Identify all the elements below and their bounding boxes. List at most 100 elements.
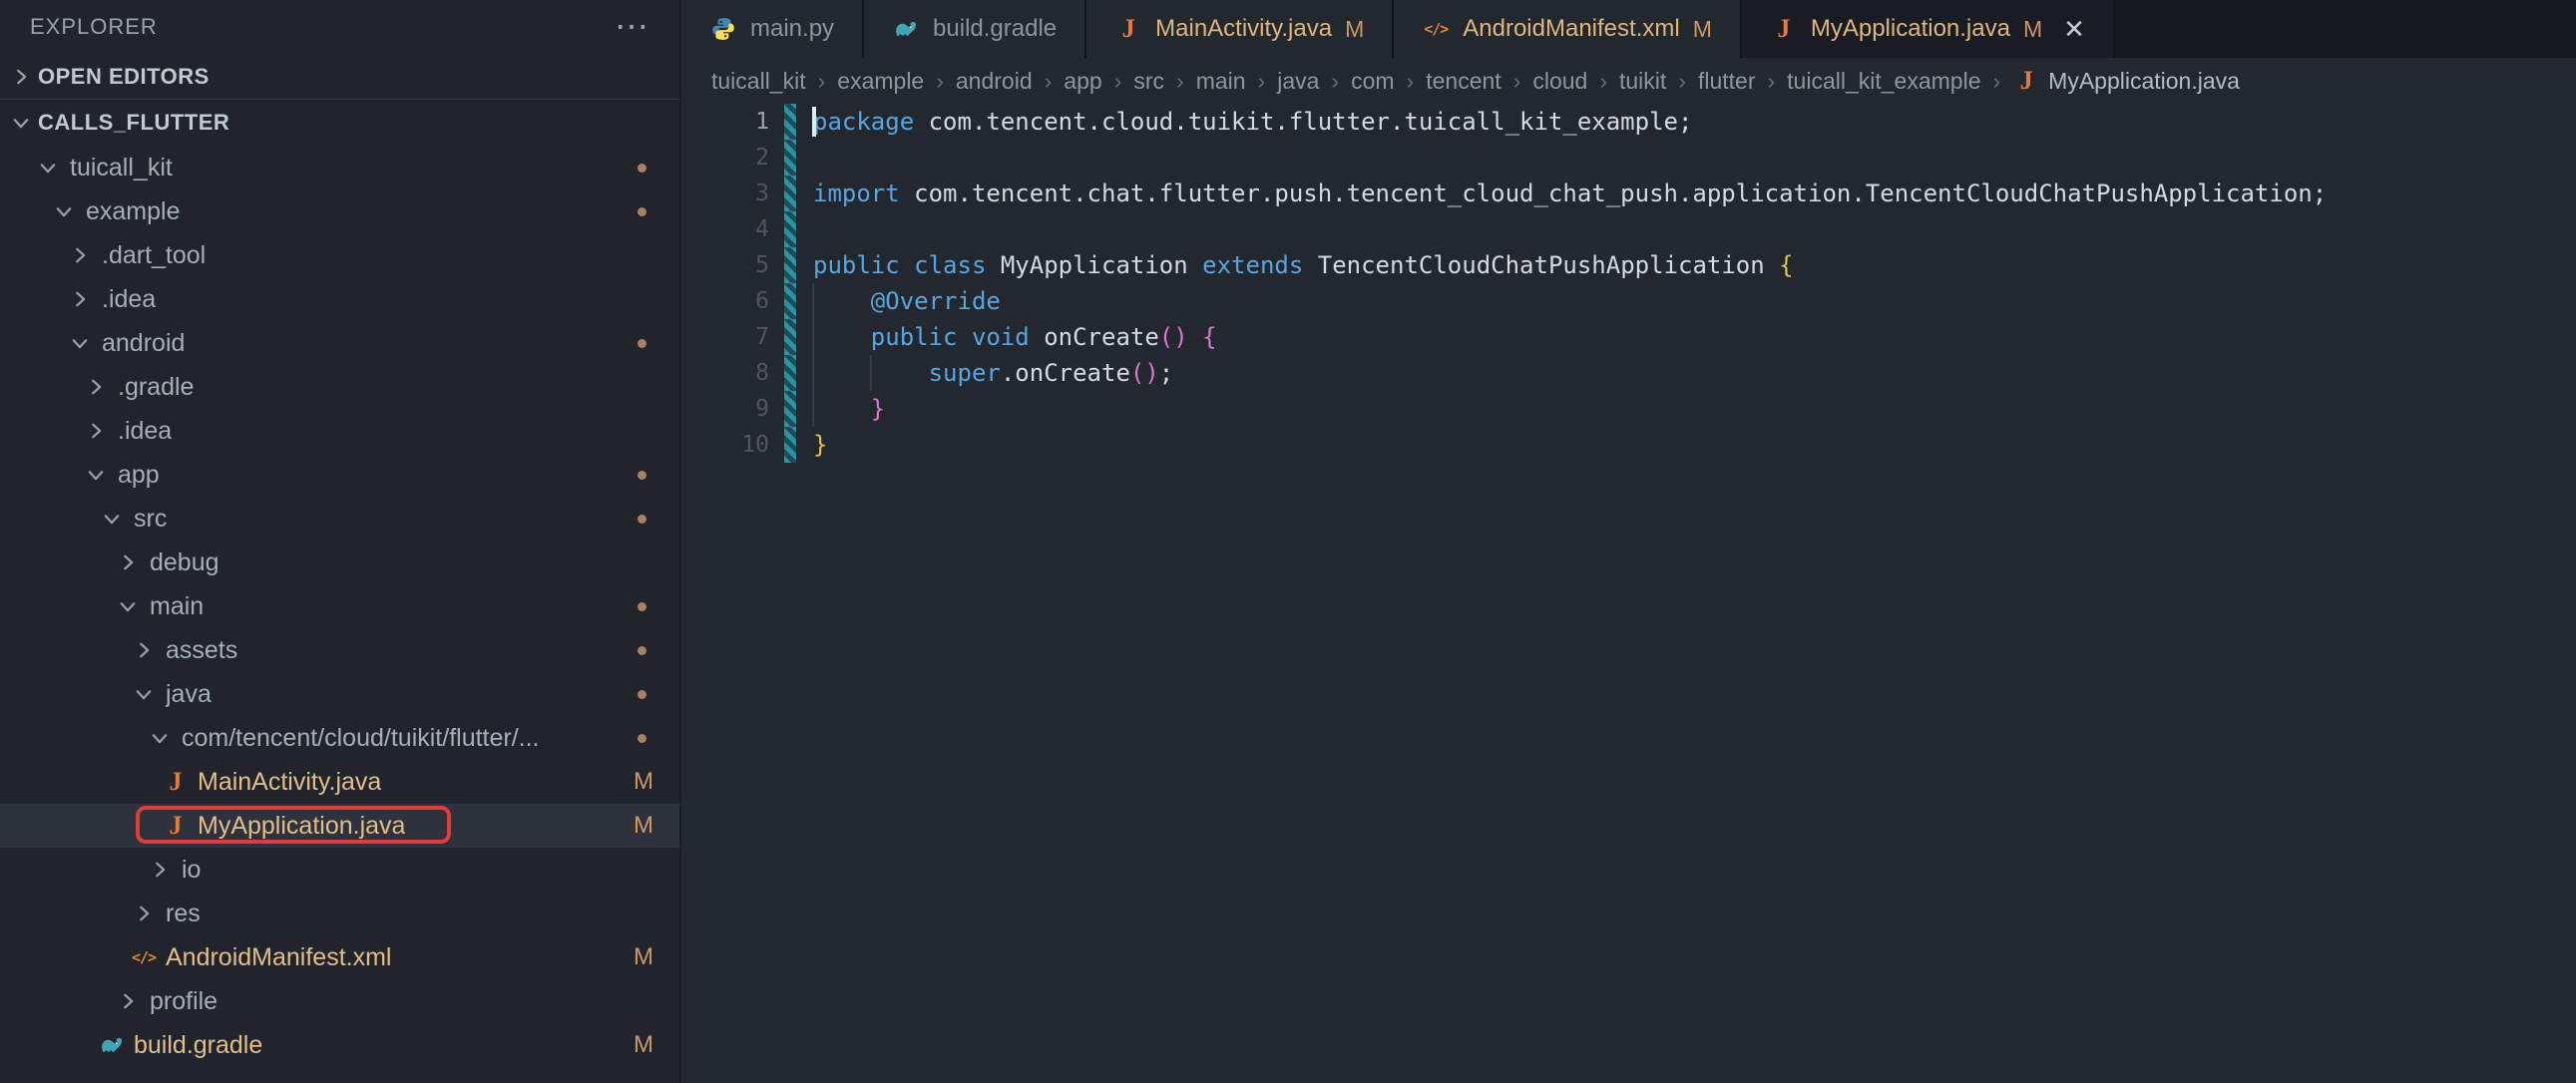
line-number[interactable]: 9	[681, 391, 769, 427]
tree-item-label: tuicall_kit	[70, 154, 173, 182]
vscode-window: EXPLORER ⋯ OPEN EDITORS CALLS_FLUTTER tu…	[0, 0, 2576, 1083]
line-number[interactable]: 3	[681, 176, 769, 211]
line-number[interactable]: 4	[681, 211, 769, 247]
line-number[interactable]: 7	[681, 319, 769, 355]
more-actions-icon[interactable]: ⋯	[615, 17, 649, 37]
code-token	[900, 251, 914, 279]
breadcrumb-item[interactable]: example	[837, 68, 924, 95]
tree-item-decorations	[638, 734, 679, 743]
open-editors-section[interactable]: OPEN EDITORS	[0, 54, 679, 100]
line-number[interactable]: 6	[681, 283, 769, 319]
tree-folder-src[interactable]: src	[0, 497, 679, 541]
tree-item-label: build.gradle	[134, 1031, 262, 1060]
tree-folder-java[interactable]: java	[0, 672, 679, 716]
tree-file-AndroidManifest.xml[interactable]: </>AndroidManifest.xmlM	[0, 935, 679, 979]
breadcrumb-item[interactable]: tuicall_kit_example	[1787, 68, 1980, 95]
code-line[interactable]: 1package com.tencent.cloud.tuikit.flutte…	[681, 104, 2576, 140]
breadcrumb-item[interactable]: com	[1351, 68, 1394, 95]
line-number[interactable]: 2	[681, 140, 769, 176]
tree-folder-tuicall_kit[interactable]: tuicall_kit	[0, 146, 679, 189]
tree-item-decorations: M	[634, 768, 679, 796]
breadcrumb-item[interactable]: flutter	[1698, 68, 1756, 95]
tree-item-label: android	[102, 329, 185, 358]
tree-folder-profile[interactable]: profile	[0, 979, 679, 1023]
line-number[interactable]: 5	[681, 247, 769, 283]
tree-folder-.idea[interactable]: .idea	[0, 277, 679, 321]
tab-build.gradle[interactable]: build.gradle	[864, 0, 1086, 58]
code-token: package	[813, 108, 914, 136]
tree-folder-.gradle[interactable]: .gradle	[0, 365, 679, 409]
git-modified-dot	[638, 207, 646, 216]
tree-item-decorations	[638, 646, 679, 655]
close-icon[interactable]: ✕	[2063, 14, 2085, 45]
git-modified-dot	[638, 602, 646, 611]
chevron-right-icon	[145, 855, 175, 885]
code-line[interactable]: 10}	[681, 427, 2576, 463]
tree-folder-debug[interactable]: debug	[0, 541, 679, 584]
code-line[interactable]: 5public class MyApplication extends Tenc…	[681, 247, 2576, 283]
file-icon-slot: J	[161, 767, 191, 797]
breadcrumb-item[interactable]: java	[1277, 68, 1319, 95]
breadcrumb-separator: ›	[1407, 68, 1415, 95]
tree-folder-android[interactable]: android	[0, 321, 679, 365]
tree-folder-com-tencent-cloud-tuikit-flutter-...[interactable]: com/tencent/cloud/tuikit/flutter/...	[0, 716, 679, 760]
code-line[interactable]: 9 }	[681, 391, 2576, 427]
tree-folder-.dart_tool[interactable]: .dart_tool	[0, 233, 679, 277]
git-modified-stripe	[784, 355, 796, 391]
tree-folder-res[interactable]: res	[0, 892, 679, 935]
tab-main.py[interactable]: main.py	[681, 0, 864, 58]
breadcrumb-item[interactable]: tencent	[1426, 68, 1501, 95]
line-number[interactable]: 1	[681, 104, 769, 140]
tab-MainActivity.java[interactable]: JMainActivity.javaM	[1086, 0, 1394, 58]
explorer-title: EXPLORER	[30, 14, 615, 40]
code-token: MyApplication	[986, 251, 1202, 279]
tree-folder-io[interactable]: io	[0, 848, 679, 892]
tree-file-build.gradle[interactable]: build.gradleM	[0, 1023, 679, 1067]
chevron-right-icon	[65, 240, 95, 270]
tree-file-MyApplication.java[interactable]: JMyApplication.javaM	[0, 804, 679, 848]
tree-folder-.idea[interactable]: .idea	[0, 409, 679, 453]
breadcrumb-item[interactable]: src	[1133, 68, 1164, 95]
code-line[interactable]: 3import com.tencent.chat.flutter.push.te…	[681, 176, 2576, 211]
code-token: onCreate	[1030, 323, 1159, 351]
code-line[interactable]: 2	[681, 140, 2576, 176]
breadcrumb-item[interactable]: tuikit	[1619, 68, 1666, 95]
tree-folder-example[interactable]: example	[0, 189, 679, 233]
tab-AndroidManifest.xml[interactable]: </>AndroidManifest.xmlM	[1394, 0, 1742, 58]
chevron-right-icon	[113, 986, 143, 1016]
code-line[interactable]: 4	[681, 211, 2576, 247]
breadcrumb-item[interactable]: app	[1064, 68, 1101, 95]
tree-item-decorations	[638, 207, 679, 216]
tree-folder-app[interactable]: app	[0, 453, 679, 497]
git-modified-dot	[638, 339, 646, 348]
code-line[interactable]: 8 super.onCreate();	[681, 355, 2576, 391]
tree-item-label: AndroidManifest.xml	[166, 943, 391, 972]
code-line[interactable]: 7 public void onCreate() {	[681, 319, 2576, 355]
tab-label: AndroidManifest.xml	[1463, 15, 1679, 43]
tab-MyApplication.java[interactable]: JMyApplication.javaM✕	[1742, 0, 2115, 58]
workspace-section[interactable]: CALLS_FLUTTER	[0, 100, 679, 146]
code-area[interactable]: 1package com.tencent.cloud.tuikit.flutte…	[681, 104, 2576, 1083]
tree-item-label: .idea	[102, 285, 156, 314]
breadcrumb-item[interactable]: main	[1196, 68, 1246, 95]
tree-folder-main[interactable]: main	[0, 584, 679, 628]
line-number[interactable]: 8	[681, 355, 769, 391]
tree-file-MainActivity.java[interactable]: JMainActivity.javaM	[0, 760, 679, 804]
code-line[interactable]: 6 @Override	[681, 283, 2576, 319]
breadcrumb-separator: ›	[1678, 68, 1686, 95]
line-number[interactable]: 10	[681, 427, 769, 463]
breadcrumb-item[interactable]: cloud	[1532, 68, 1587, 95]
breadcrumb-file[interactable]: JMyApplication.java	[2012, 67, 2240, 95]
code-token: @Override	[871, 287, 1001, 315]
file-icon-slot: </>	[129, 942, 159, 972]
breadcrumb-separator: ›	[1768, 68, 1776, 95]
tree-folder-assets[interactable]: assets	[0, 628, 679, 672]
breadcrumb-item[interactable]: tuicall_kit	[711, 68, 806, 95]
tree-item-label: assets	[166, 636, 237, 665]
git-modified-stripe	[784, 427, 796, 463]
code-token: super	[929, 359, 1001, 387]
tree-item-label: example	[86, 197, 181, 226]
code-token	[813, 323, 871, 351]
breadcrumb-item[interactable]: android	[956, 68, 1033, 95]
code-token: {	[1779, 251, 1793, 279]
